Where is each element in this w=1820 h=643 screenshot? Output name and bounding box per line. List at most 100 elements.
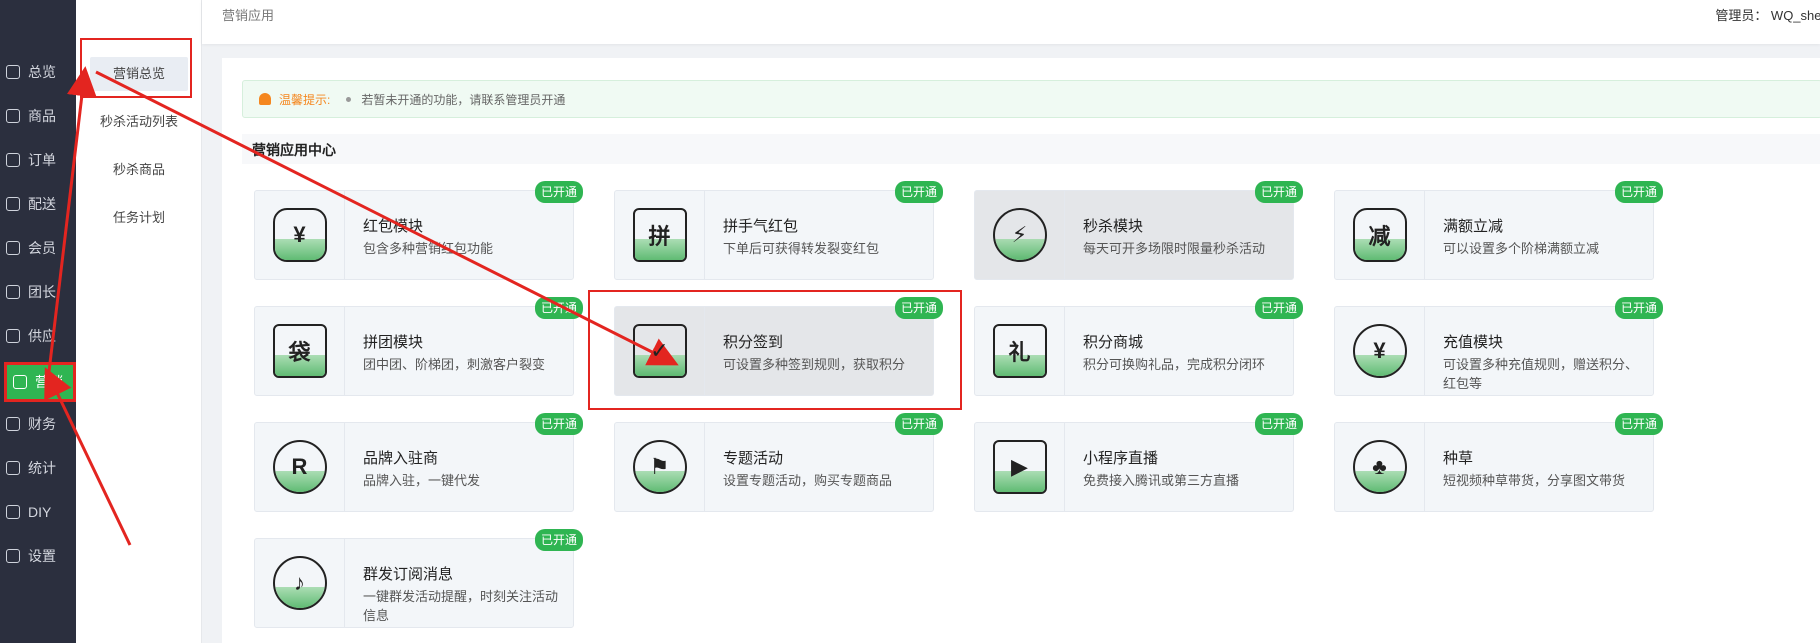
bullet-icon	[346, 96, 352, 102]
sidebar-item-label: 供应	[28, 328, 56, 344]
admin-username[interactable]: 管理员： WQ_shec	[1715, 5, 1820, 24]
card-title: 拼团模块	[363, 334, 424, 351]
card-title: 小程序直播	[1083, 450, 1159, 467]
flag-icon: ⚑	[632, 440, 687, 494]
sidebar-item-label: 设置	[28, 548, 56, 564]
notice-banner: 温馨提示: 若暂未开通的功能，请联系管理员开通	[242, 80, 1820, 118]
card-title: 充值模块	[1443, 334, 1504, 351]
home-icon	[6, 65, 20, 79]
card-title: 群发订阅消息	[363, 566, 454, 583]
card-desc: 可以设置多个阶梯满额立减	[1443, 241, 1600, 256]
card-brand-entry[interactable]: R 品牌入驻商 品牌入驻，一键代发 已开通	[254, 413, 583, 512]
brand-r-icon: R	[272, 440, 327, 494]
section-title: 营销应用中心	[252, 142, 336, 158]
annotation-highlight-box	[80, 38, 192, 98]
card-grass-planting[interactable]: ♣ 种草 短视频种草带货，分享图文带货 已开通	[1334, 413, 1663, 512]
status-badge: 已开通	[534, 413, 583, 435]
status-badge: 已开通	[534, 297, 583, 319]
sidebar-item-label: 财务	[28, 416, 56, 432]
sidebar-item-label: 营销	[35, 374, 63, 390]
card-group-buy[interactable]: 袋 拼团模块 团中团、阶梯团，刺激客户裂变 已开通	[254, 297, 583, 396]
status-badge: 已开通	[1254, 297, 1303, 319]
submenu-item-task-plan[interactable]: 任务计划	[76, 201, 202, 235]
card-recharge[interactable]: ¥ 充值模块 可设置多种充值规则，赠送积分、红包等 已开通	[1334, 297, 1663, 396]
card-points-mall[interactable]: 礼 积分商城 积分可换购礼品，完成积分闭环 已开通	[974, 297, 1303, 396]
sidebar-item-overview[interactable]: 总览	[0, 52, 76, 92]
card-lucky-red-packet[interactable]: 拼 拼手气红包 下单后可获得转发裂变红包 已开通	[614, 181, 943, 280]
money-bag-icon: ¥	[1352, 324, 1407, 378]
lightning-icon: ⚡	[992, 208, 1047, 262]
lucky-packet-icon: 拼	[632, 208, 687, 262]
shopping-bag-icon: 袋	[272, 324, 327, 378]
bell-icon	[259, 93, 271, 105]
breadcrumb: 营销应用	[222, 8, 275, 23]
submenu-item-flash-sale-goods[interactable]: 秒杀商品	[76, 153, 202, 187]
card-desc: 设置专题活动，购买专题商品	[723, 473, 893, 488]
goods-icon	[6, 109, 20, 123]
card-full-reduction[interactable]: 减 满额立减 可以设置多个阶梯满额立减 已开通	[1334, 181, 1663, 280]
card-desc: 一键群发活动提醒，时刻关注活动信息	[363, 589, 559, 623]
sidebar-item-stats[interactable]: 统计	[0, 448, 76, 488]
status-badge: 已开通	[534, 529, 583, 551]
card-desc: 每天可开多场限时限量秒杀活动	[1083, 241, 1266, 256]
sidebar-item-label: 团长	[28, 284, 56, 300]
sidebar-item-leader[interactable]: 团长	[0, 272, 76, 312]
card-desc: 短视频种草带货，分享图文带货	[1443, 473, 1626, 488]
status-badge: 已开通	[1254, 181, 1303, 203]
sidebar-item-goods[interactable]: 商品	[0, 96, 76, 136]
gift-icon	[13, 375, 27, 389]
stats-icon	[6, 461, 20, 475]
submenu-item-flash-sale-list[interactable]: 秒杀活动列表	[76, 105, 202, 139]
card-desc: 品牌入驻，一键代发	[363, 473, 481, 488]
top-header: 营销应用 管理员： WQ_shec	[202, 0, 1820, 44]
sidebar-item-marketing[interactable]: 营销	[4, 362, 76, 402]
sidebar-item-settings[interactable]: 设置	[0, 536, 76, 576]
delivery-icon	[6, 197, 20, 211]
card-desc: 下单后可获得转发裂变红包	[723, 241, 880, 256]
supply-icon	[6, 329, 20, 343]
sidebar-item-label: 订单	[28, 152, 56, 168]
card-title: 秒杀模块	[1083, 218, 1144, 235]
order-icon	[6, 153, 20, 167]
annotation-highlight-box	[588, 290, 962, 410]
sidebar-item-label: 配送	[28, 196, 56, 212]
sidebar-item-diy[interactable]: DIY	[0, 492, 76, 532]
notice-title: 温馨提示:	[279, 92, 331, 107]
video-camera-icon: ▶	[992, 440, 1047, 494]
red-packet-icon: ¥	[272, 208, 327, 262]
marketing-submenu: 营销总览 秒杀活动列表 秒杀商品 任务计划	[76, 0, 202, 643]
status-badge: 已开通	[894, 181, 943, 203]
card-desc: 免费接入腾讯或第三方直播	[1083, 473, 1240, 488]
status-badge: 已开通	[534, 181, 583, 203]
sidebar-item-label: 统计	[28, 460, 56, 476]
card-desc: 积分可换购礼品，完成积分闭环	[1083, 357, 1266, 372]
sidebar-item-supply[interactable]: 供应	[0, 316, 76, 356]
notice-text: 若暂未开通的功能，请联系管理员开通	[361, 92, 566, 107]
card-red-packet[interactable]: ¥ 红包模块 包含多种营销红包功能 已开通	[254, 181, 583, 280]
card-live-stream[interactable]: ▶ 小程序直播 免费接入腾讯或第三方直播 已开通	[974, 413, 1303, 512]
sidebar-item-label: 总览	[28, 64, 56, 80]
status-badge: 已开通	[1614, 181, 1663, 203]
finance-icon	[6, 417, 20, 431]
card-title: 专题活动	[723, 450, 784, 467]
sprout-icon: ♣	[1352, 440, 1407, 494]
card-title: 红包模块	[363, 218, 424, 235]
leader-icon	[6, 285, 20, 299]
sidebar-item-orders[interactable]: 订单	[0, 140, 76, 180]
card-desc: 包含多种营销红包功能	[363, 241, 494, 256]
card-subscribe-message[interactable]: ♪ 群发订阅消息 一键群发活动提醒，时刻关注活动信息 已开通	[254, 529, 583, 628]
main-sidebar: 总览 商品 订单 配送 会员 团长 供应 营销 财务 统计 DIY 设置	[0, 0, 76, 643]
card-title: 种草	[1443, 450, 1474, 467]
gift-box-icon: 礼	[992, 324, 1047, 378]
status-badge: 已开通	[1614, 297, 1663, 319]
sidebar-item-finance[interactable]: 财务	[0, 404, 76, 444]
sidebar-item-delivery[interactable]: 配送	[0, 184, 76, 224]
card-topic-event[interactable]: ⚑ 专题活动 设置专题活动，购买专题商品 已开通	[614, 413, 943, 512]
sidebar-item-members[interactable]: 会员	[0, 228, 76, 268]
sidebar-item-label: DIY	[28, 504, 52, 520]
diy-icon	[6, 505, 20, 519]
card-title: 拼手气红包	[723, 218, 799, 235]
card-flash-sale[interactable]: ⚡ 秒杀模块 每天可开多场限时限量秒杀活动 已开通	[974, 181, 1303, 280]
sidebar-item-label: 商品	[28, 108, 56, 124]
status-badge: 已开通	[1254, 413, 1303, 435]
